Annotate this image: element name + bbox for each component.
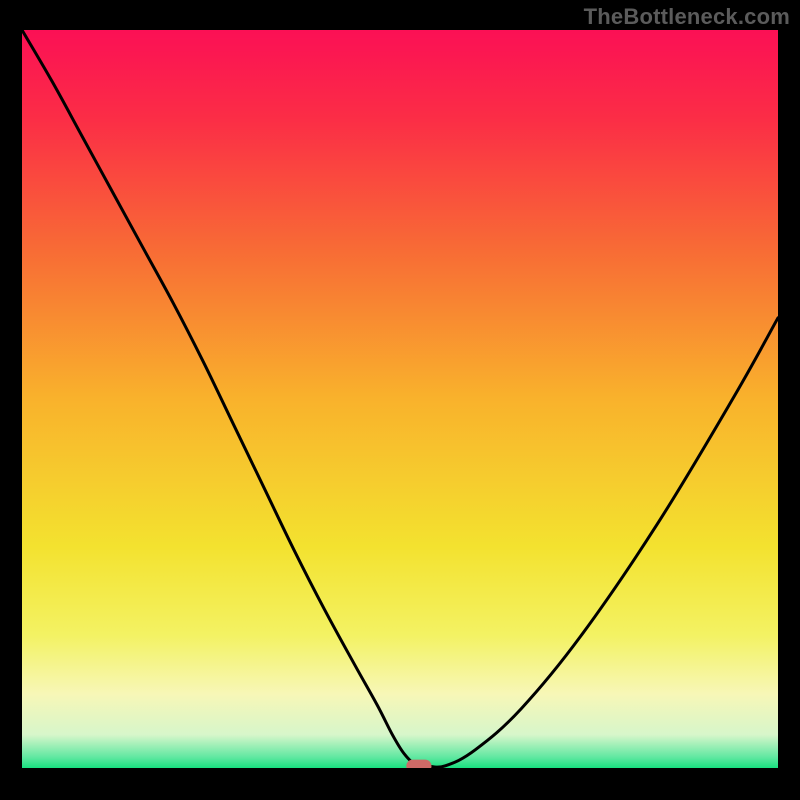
plot-area bbox=[22, 30, 778, 768]
gradient-background bbox=[22, 30, 778, 768]
chart-frame: TheBottleneck.com bbox=[0, 0, 800, 800]
optimal-point-marker bbox=[407, 760, 431, 768]
watermark-text: TheBottleneck.com bbox=[584, 4, 790, 30]
bottleneck-chart bbox=[22, 30, 778, 768]
